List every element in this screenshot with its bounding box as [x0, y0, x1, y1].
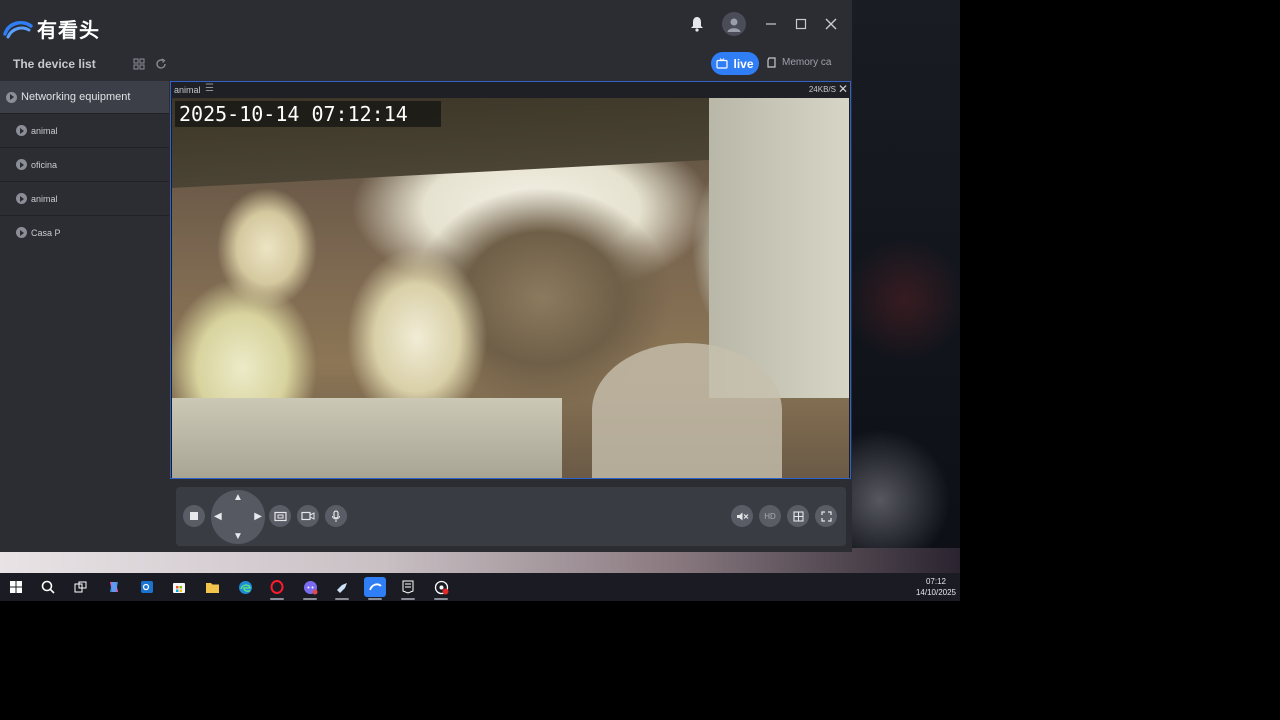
sd-card-icon — [767, 57, 776, 68]
user-icon — [727, 18, 741, 32]
sidebar-item-label: animal — [31, 193, 58, 204]
feed-bowl — [592, 343, 782, 478]
screenshot-icon — [273, 511, 287, 521]
windows-start-icon[interactable] — [5, 577, 27, 597]
ptz-control[interactable]: ▲ ◀ ▶ ▼ — [211, 490, 265, 544]
discord-active-indicator — [303, 598, 317, 600]
discord-icon[interactable] — [299, 577, 321, 597]
tv-icon — [716, 58, 729, 69]
play-icon — [16, 193, 27, 204]
chrome-active-indicator — [434, 598, 448, 600]
video-camera-name: animal — [174, 85, 201, 95]
minimize-icon[interactable] — [760, 13, 782, 35]
camera-feed[interactable]: 2025-10-14 07:12:14 — [172, 98, 849, 478]
sidebar-item-label: Casa P — [31, 227, 61, 238]
sidebar-item-label: animal — [31, 125, 58, 136]
app-logo: 有看头 — [3, 14, 100, 43]
edge-icon[interactable] — [234, 577, 256, 597]
bell-icon[interactable] — [686, 13, 708, 35]
expand-icon — [6, 91, 17, 103]
microphone-button[interactable] — [325, 505, 347, 527]
ptz-left-icon[interactable]: ◀ — [214, 511, 222, 522]
mute-button[interactable] — [731, 505, 753, 527]
taskbar: 07:12 14/10/2025 — [0, 573, 960, 601]
ptz-up-icon[interactable]: ▲ — [233, 492, 243, 503]
sidebar-group-networking-equipment[interactable]: Networking equipment — [0, 81, 169, 114]
opera-icon[interactable] — [266, 577, 288, 597]
split-view-button[interactable] — [787, 505, 809, 527]
refresh-icon[interactable] — [153, 56, 169, 72]
epic-games-icon[interactable] — [397, 577, 419, 597]
maximize-icon[interactable] — [790, 13, 812, 35]
close-video-icon[interactable]: ✕ — [838, 82, 848, 96]
menu-icon[interactable]: ☰ — [205, 83, 214, 94]
clock-date: 14/10/2025 — [915, 588, 956, 597]
logo-swirl-icon — [3, 20, 33, 38]
grid-view-icon — [792, 510, 804, 522]
chrome-recording-icon[interactable] — [430, 577, 452, 597]
sidebar-item-oficina[interactable]: oficina — [0, 148, 169, 182]
video-bitrate: 24KB/S — [808, 85, 836, 94]
epic-games-active-indicator — [401, 598, 415, 600]
record-button[interactable] — [297, 505, 319, 527]
device-sidebar: Networking equipment animal oficina anim… — [0, 81, 169, 552]
steam-icon[interactable] — [331, 577, 353, 597]
sidebar-item-casa-p[interactable]: Casa P — [0, 216, 169, 249]
sidebar-group-label: Networking equipment — [21, 91, 131, 103]
system-clock[interactable]: 07:12 14/10/2025 — [916, 576, 956, 598]
speaker-muted-icon — [736, 512, 748, 520]
youkantou-active-indicator — [368, 598, 382, 600]
opera-active-indicator — [270, 598, 284, 600]
store-icon[interactable] — [168, 577, 190, 597]
sidebar-item-animal-2[interactable]: animal — [0, 182, 169, 216]
ptz-right-icon[interactable]: ▶ — [254, 511, 262, 522]
memory-card-tab[interactable]: Memory ca — [767, 57, 839, 68]
memory-card-tab-label: Memory ca — [782, 57, 832, 68]
app-window: 有看头 The device list live Memory ca Netwo… — [0, 0, 852, 552]
play-icon — [16, 125, 27, 136]
video-timestamp: 2025-10-14 07:12:14 — [175, 101, 441, 127]
close-icon[interactable] — [820, 13, 842, 35]
feed-box — [172, 398, 562, 478]
playback-controls: ▲ ◀ ▶ ▼ HD — [176, 487, 846, 546]
screenshot-button[interactable] — [269, 505, 291, 527]
window-controls — [686, 12, 842, 36]
video-header: animal ☰ 24KB/S ✕ — [171, 82, 850, 98]
video-panel[interactable]: animal ☰ 24KB/S ✕ 2025-10-14 07:12:14 — [170, 81, 851, 479]
microphone-icon — [332, 509, 340, 522]
sidebar-item-animal[interactable]: animal — [0, 114, 169, 148]
youkantou-taskbar-icon[interactable] — [364, 577, 386, 597]
grid-icon[interactable] — [131, 56, 147, 72]
file-explorer-icon[interactable] — [201, 577, 223, 597]
stop-button[interactable] — [183, 505, 205, 527]
live-tab-label: live — [733, 56, 754, 71]
avatar[interactable] — [722, 12, 746, 36]
search-icon[interactable] — [37, 577, 59, 597]
play-icon — [16, 227, 27, 238]
clock-time: 07:12 — [925, 577, 946, 586]
hd-button[interactable]: HD — [759, 505, 781, 527]
play-icon — [16, 159, 27, 170]
copilot-icon[interactable] — [103, 577, 125, 597]
device-list-title: The device list — [13, 57, 96, 71]
live-tab[interactable]: live — [711, 52, 759, 75]
steam-active-indicator — [335, 598, 349, 600]
app-name: 有看头 — [37, 18, 100, 42]
ptz-down-icon[interactable]: ▼ — [233, 531, 243, 542]
outlook-icon[interactable] — [136, 577, 158, 597]
title-bar: 有看头 — [0, 0, 852, 50]
sidebar-item-label: oficina — [31, 159, 58, 170]
video-camera-icon — [301, 511, 315, 521]
task-view-icon[interactable] — [69, 577, 91, 597]
fullscreen-button[interactable] — [815, 505, 837, 527]
fullscreen-icon — [820, 510, 832, 522]
